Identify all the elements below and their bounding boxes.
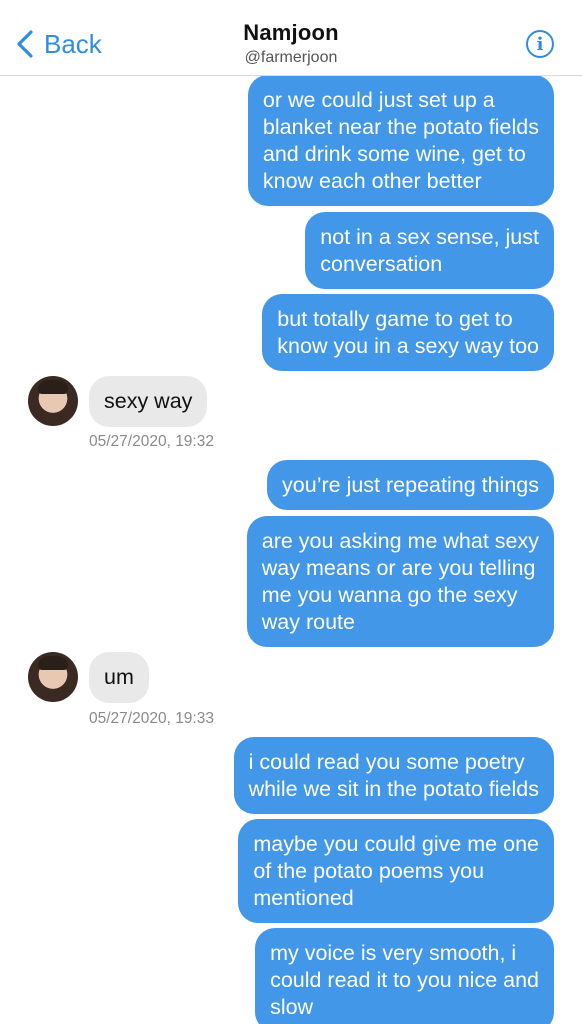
message-line: me you wanna go the sexy xyxy=(261,583,518,607)
message-line: conversation xyxy=(320,252,443,276)
message-bubble-outgoing[interactable]: i could read you some poetry while we si… xyxy=(233,737,554,814)
message-line: mentioned xyxy=(253,886,354,910)
message-bubble-incoming[interactable]: sexy way xyxy=(89,376,208,427)
message-line: of the potato poems you xyxy=(253,859,485,883)
message-line: um xyxy=(104,665,134,689)
message-line: i could read you some poetry xyxy=(248,750,525,774)
message-line: way route xyxy=(261,610,355,634)
message-line: know each other better xyxy=(262,169,482,193)
message-line: but totally game to get to xyxy=(277,307,513,331)
conversation-header: Back Namjoon @farmerjoon i xyxy=(0,0,582,76)
avatar[interactable] xyxy=(28,652,78,702)
message-line: slow xyxy=(270,995,314,1019)
message-line: my voice is very smooth, i xyxy=(270,941,517,965)
message-bubble-outgoing[interactable]: or we could just set up a blanket near t… xyxy=(247,75,554,206)
message-bubble-outgoing[interactable]: but totally game to get to know you in a… xyxy=(262,294,554,371)
message-timestamp: 05/27/2020, 19:32 xyxy=(89,433,214,450)
message-line: and drink some wine, get to xyxy=(262,142,526,166)
message-bubble-incoming[interactable]: um xyxy=(89,652,149,703)
message-line: are you asking me what sexy xyxy=(261,529,539,553)
avatar[interactable] xyxy=(28,376,78,426)
message-line: or we could just set up a xyxy=(262,88,495,112)
message-line: not in a sex sense, just xyxy=(320,225,539,249)
message-timestamp: 05/27/2020, 19:33 xyxy=(89,710,214,727)
message-line: could read it to you nice and xyxy=(270,968,539,992)
dm-conversation-screen: Back Namjoon @farmerjoon i or we could j… xyxy=(0,0,582,1024)
contact-title-block: Namjoon @farmerjoon xyxy=(0,20,582,67)
message-line: maybe you could give me one xyxy=(253,832,539,856)
message-line: you’re just repeating things xyxy=(282,473,539,497)
info-glyph: i xyxy=(536,33,544,55)
contact-name: Namjoon xyxy=(243,20,339,45)
message-bubble-outgoing[interactable]: my voice is very smooth, i could read it… xyxy=(255,928,554,1024)
message-bubble-outgoing[interactable]: you’re just repeating things xyxy=(267,460,554,510)
message-bubble-outgoing[interactable]: maybe you could give me one of the potat… xyxy=(238,819,554,923)
message-line: sexy way xyxy=(104,389,193,413)
message-bubble-outgoing[interactable]: not in a sex sense, just conversation xyxy=(305,212,554,289)
info-icon[interactable]: i xyxy=(526,30,554,58)
message-line: while we sit in the potato fields xyxy=(248,777,539,801)
message-bubble-outgoing[interactable]: are you asking me what sexy way means or… xyxy=(246,516,554,647)
message-line: know you in a sexy way too xyxy=(277,334,539,358)
contact-handle: @farmerjoon xyxy=(244,49,338,66)
message-line: blanket near the potato fields xyxy=(262,115,539,139)
message-line: way means or are you telling xyxy=(261,556,536,580)
